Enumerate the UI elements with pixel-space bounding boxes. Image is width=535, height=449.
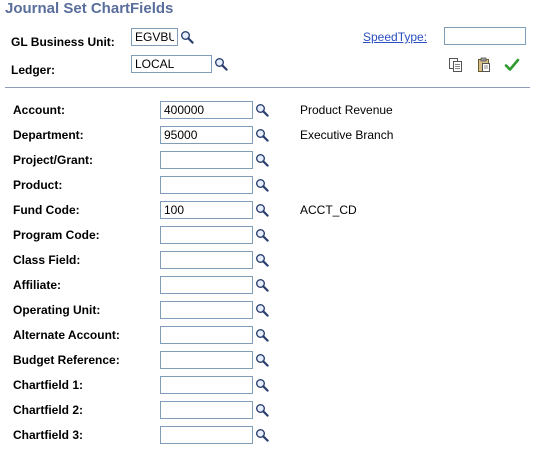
chartfield-2-lookup-icon[interactable] <box>255 403 269 417</box>
operating-unit-field[interactable] <box>160 301 253 319</box>
class-field-label: Class Field: <box>13 253 81 267</box>
project-grant-field[interactable] <box>160 151 253 169</box>
ledger-field[interactable] <box>131 55 212 73</box>
speedtype-field[interactable] <box>444 27 526 45</box>
program-code-field[interactable] <box>160 226 253 244</box>
ledger-label: Ledger: <box>11 63 56 77</box>
alternate-account-lookup-icon[interactable] <box>255 328 269 342</box>
account-label: Account: <box>13 103 65 117</box>
account-field[interactable] <box>160 101 253 119</box>
fund-code-description: ACCT_CD <box>300 203 357 217</box>
checkmark-icon[interactable] <box>504 57 520 73</box>
product-label: Product: <box>13 178 63 192</box>
operating-unit-label: Operating Unit: <box>13 303 101 317</box>
product-field[interactable] <box>160 176 253 194</box>
chartfield-1-lookup-icon[interactable] <box>255 378 269 392</box>
department-label: Department: <box>13 128 84 142</box>
operating-unit-lookup-icon[interactable] <box>255 303 269 317</box>
chartfield-3-field[interactable] <box>160 426 253 444</box>
chartfield-3-lookup-icon[interactable] <box>255 428 269 442</box>
budget-reference-field[interactable] <box>160 351 253 369</box>
business-unit-label: GL Business Unit: <box>11 35 115 49</box>
copy-icon[interactable] <box>448 57 464 73</box>
business-unit-lookup-icon[interactable] <box>180 30 194 44</box>
account-lookup-icon[interactable] <box>255 103 269 117</box>
alternate-account-field[interactable] <box>160 326 253 344</box>
program-code-lookup-icon[interactable] <box>255 228 269 242</box>
chartfield-1-field[interactable] <box>160 376 253 394</box>
section-divider <box>5 87 530 88</box>
account-description: Product Revenue <box>300 103 393 117</box>
department-field[interactable] <box>160 126 253 144</box>
fund-code-lookup-icon[interactable] <box>255 203 269 217</box>
budget-reference-lookup-icon[interactable] <box>255 353 269 367</box>
product-lookup-icon[interactable] <box>255 178 269 192</box>
program-code-label: Program Code: <box>13 228 100 242</box>
speedtype-link[interactable]: SpeedType: <box>363 30 427 44</box>
chartfield-1-label: Chartfield 1: <box>13 378 84 392</box>
affiliate-label: Affiliate: <box>13 278 61 292</box>
project-grant-lookup-icon[interactable] <box>255 153 269 167</box>
ledger-lookup-icon[interactable] <box>214 57 228 71</box>
affiliate-field[interactable] <box>160 276 253 294</box>
project-grant-label: Project/Grant: <box>13 153 94 167</box>
business-unit-field[interactable] <box>131 28 178 46</box>
fund-code-label: Fund Code: <box>13 203 80 217</box>
department-description: Executive Branch <box>300 128 394 142</box>
department-lookup-icon[interactable] <box>255 128 269 142</box>
alternate-account-label: Alternate Account: <box>13 328 120 342</box>
chartfield-3-label: Chartfield 3: <box>13 428 84 442</box>
class-field-lookup-icon[interactable] <box>255 253 269 267</box>
affiliate-lookup-icon[interactable] <box>255 278 269 292</box>
budget-reference-label: Budget Reference: <box>13 353 120 367</box>
fund-code-field[interactable] <box>160 201 253 219</box>
paste-icon[interactable] <box>476 57 492 73</box>
class-field-field[interactable] <box>160 251 253 269</box>
chartfield-2-label: Chartfield 2: <box>13 403 84 417</box>
chartfield-2-field[interactable] <box>160 401 253 419</box>
page-title: Journal Set ChartFields <box>5 0 174 17</box>
